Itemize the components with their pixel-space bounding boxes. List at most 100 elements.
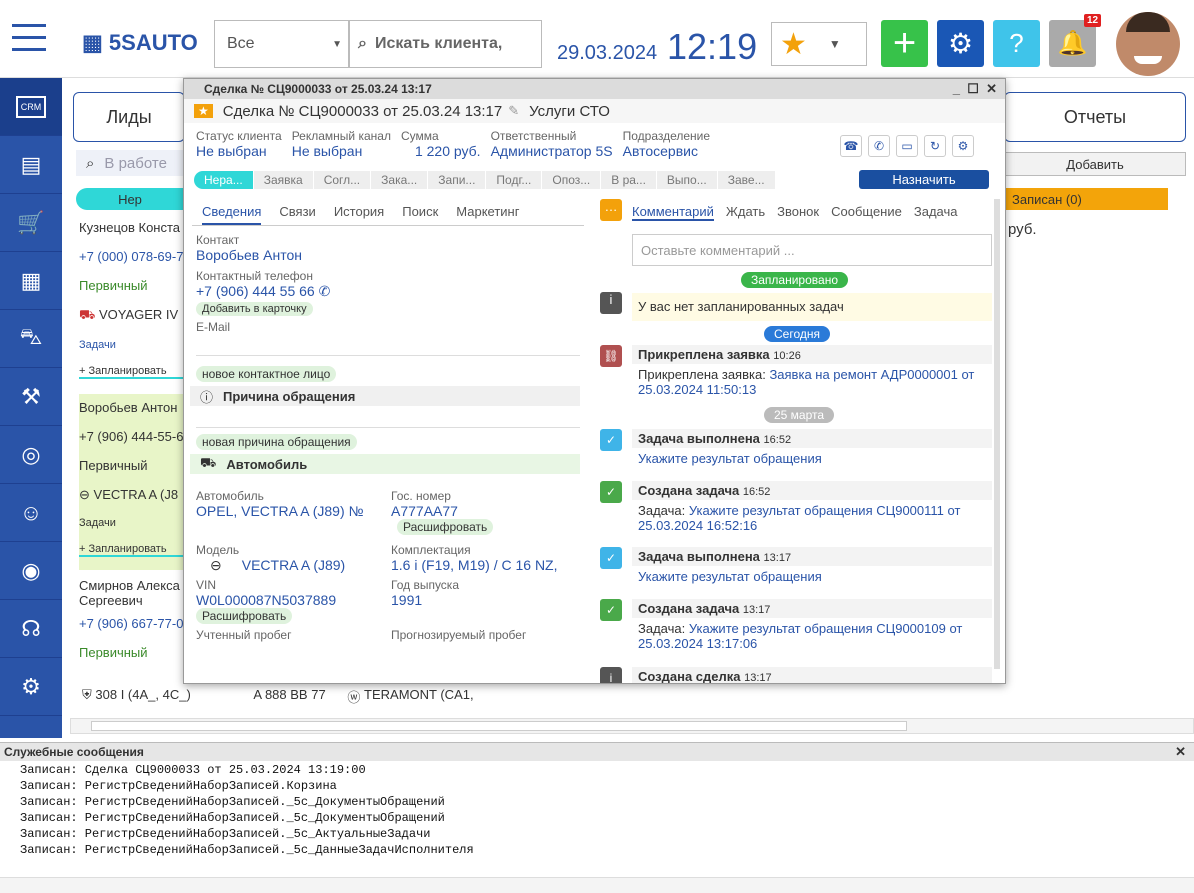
cart-icon: 🛒 [17, 209, 45, 235]
notifications-button[interactable]: 🔔 [1049, 20, 1096, 67]
sidebar-item-marketing[interactable]: ◉ [0, 542, 62, 600]
assign-button[interactable]: Назначить [859, 170, 989, 189]
channel-value[interactable]: Не выбран [292, 143, 391, 159]
client-card[interactable]: Смирнов Алекса Сергеевич +7 (906) 667-77… [79, 578, 189, 660]
phone-value[interactable]: +7 (906) 444 55 66 [196, 283, 315, 299]
sum-value[interactable]: 1 220 руб. [415, 143, 481, 159]
horizontal-scrollbar[interactable] [70, 718, 1194, 734]
window-controls[interactable]: _ ☐ ✕ [953, 81, 997, 97]
contact-value[interactable]: Воробьев Антон [196, 247, 580, 263]
tab-search[interactable]: Поиск [402, 204, 438, 225]
avatar[interactable] [1116, 12, 1180, 76]
phone-icon[interactable]: ✆ [868, 135, 890, 157]
sidebar-item-service[interactable]: ⛍ [0, 310, 62, 368]
status-value[interactable]: Не выбран [196, 143, 282, 159]
add-button[interactable]: + [881, 20, 928, 67]
star-icon[interactable]: ★ [194, 104, 213, 118]
add-column-button[interactable]: Добавить [1004, 152, 1186, 176]
message-line: Записан: Сделка СЦ9000033 от 25.03.2024 … [20, 763, 366, 777]
tab-comment[interactable]: Комментарий [632, 204, 714, 221]
tab-leads[interactable]: Лиды [73, 92, 185, 142]
tab-details[interactable]: Сведения [202, 204, 262, 225]
stage-step[interactable]: Заявка [253, 171, 313, 189]
decode-button[interactable]: Расшифровать [196, 608, 293, 624]
sidebar-item-clients[interactable]: ▤ [0, 136, 62, 194]
coins-icon: ◎ [21, 441, 41, 467]
vin-value[interactable]: W0L000087N5037889 [196, 592, 391, 608]
plan-link[interactable]: + Запланировать [79, 365, 185, 379]
add-to-card-button[interactable]: Добавить в карточку [196, 302, 313, 316]
tab-marketing[interactable]: Маркетинг [456, 204, 519, 225]
list-search[interactable]: ⌕ В работе [76, 150, 186, 176]
gear-icon[interactable]: ⚙ [952, 135, 974, 157]
message-icon[interactable]: ▭ [896, 135, 918, 157]
email-field[interactable] [196, 334, 580, 356]
menu-icon[interactable] [12, 24, 46, 52]
stage-step[interactable]: В ра... [601, 171, 656, 189]
car-section[interactable]: ⛟ Автомобиль [190, 454, 580, 474]
favorites-button[interactable]: ★ ▼ [771, 22, 867, 66]
model-value[interactable]: VECTRA A (J89) [242, 557, 345, 573]
car-value[interactable]: OPEL, VECTRA A (J89) № [196, 503, 391, 519]
event-link[interactable]: Укажите результат обращения СЦ9000111 от… [638, 503, 960, 533]
stage-step[interactable]: Опоз... [542, 171, 601, 189]
event-title: Задача выполнена [638, 549, 760, 564]
tab-call[interactable]: Звонок [777, 204, 819, 221]
tab-history[interactable]: История [334, 204, 384, 225]
filter-select[interactable]: Все ▼ [214, 20, 349, 68]
sidebar-item-finance[interactable]: ◎ [0, 426, 62, 484]
messages-scrollbar[interactable] [0, 877, 1194, 893]
tasks-link[interactable]: Задачи [79, 517, 185, 529]
new-contact-chip[interactable]: новое контактное лицо [196, 366, 337, 382]
stage-step[interactable]: Подг... [486, 171, 542, 189]
reason-section[interactable]: ⓘ Причина обращения [190, 386, 580, 406]
stage-step[interactable]: Зака... [371, 171, 428, 189]
tasks-link[interactable]: Задачи [79, 339, 185, 351]
client-phone[interactable]: +7 (906) 667-77-0 [79, 616, 189, 631]
equip-value[interactable]: 1.6 i (F19, M19) / C 16 NZ, [391, 557, 558, 573]
stage-step[interactable]: Согл... [313, 171, 371, 189]
plate-value[interactable]: A777AA77 [391, 503, 493, 519]
edit-icon[interactable]: ✎ [508, 103, 519, 119]
sidebar-item-shop[interactable]: 🛒 [0, 194, 62, 252]
close-icon[interactable]: ✕ [1175, 743, 1186, 761]
search-input[interactable]: ⌕ Искать клиента, [349, 20, 542, 68]
new-reason-chip[interactable]: новая причина обращения [196, 434, 357, 450]
event-link[interactable]: Укажите результат обращения СЦ9000109 от… [638, 621, 962, 651]
help-button[interactable]: ? [993, 20, 1040, 67]
timeline-event-partial: i Создана сделка 13:17 [600, 667, 992, 683]
sidebar-item-staff[interactable]: ☺ [0, 484, 62, 542]
sidebar-item-support[interactable]: ☊ [0, 600, 62, 658]
sidebar-item-settings[interactable]: ⚙ [0, 658, 62, 716]
comment-input[interactable]: Оставьте комментарий ... [632, 234, 992, 266]
year-value[interactable]: 1991 [391, 592, 459, 608]
timeline-scrollbar[interactable] [994, 199, 1000, 669]
event-link[interactable]: Укажите результат обращения [638, 451, 822, 466]
tab-reports[interactable]: Отчеты [1004, 92, 1186, 142]
refresh-icon[interactable]: ↻ [924, 135, 946, 157]
tab-wait[interactable]: Ждать [726, 204, 765, 221]
client-card[interactable]: Кузнецов Конста +7 (000) 078-69-7 Первич… [79, 214, 185, 390]
stage-step[interactable]: Заве... [717, 171, 775, 189]
client-phone[interactable]: +7 (906) 444-55-6 [79, 429, 185, 444]
event-link[interactable]: Укажите результат обращения [638, 569, 822, 584]
stage-step[interactable]: Выпо... [656, 171, 717, 189]
tab-label: Лиды [106, 106, 152, 127]
tab-links[interactable]: Связи [279, 204, 315, 225]
decode-button[interactable]: Расшифровать [397, 519, 494, 535]
tab-task[interactable]: Задача [914, 204, 958, 221]
plan-link[interactable]: + Запланировать [79, 543, 185, 557]
call-forward-icon[interactable]: ☎ [840, 135, 862, 157]
sidebar-item-crm[interactable]: CRM [0, 78, 62, 136]
tab-message[interactable]: Сообщение [831, 204, 902, 221]
sidebar-item-warehouse[interactable]: ⚒ [0, 368, 62, 426]
client-card[interactable]: Воробьев Антон +7 (906) 444-55-6 Первичн… [79, 394, 185, 570]
stage-step[interactable]: Нера... [194, 171, 253, 189]
settings-button[interactable]: ⚙ [937, 20, 984, 67]
phone-icon[interactable]: ✆ [319, 283, 331, 299]
client-phone[interactable]: +7 (000) 078-69-7 [79, 249, 185, 264]
dept-value[interactable]: Автосервис [623, 143, 710, 159]
resp-value[interactable]: Администратор 5S [491, 143, 613, 159]
stage-step[interactable]: Запи... [428, 171, 486, 189]
sidebar-item-calendar[interactable]: ▦ [0, 252, 62, 310]
